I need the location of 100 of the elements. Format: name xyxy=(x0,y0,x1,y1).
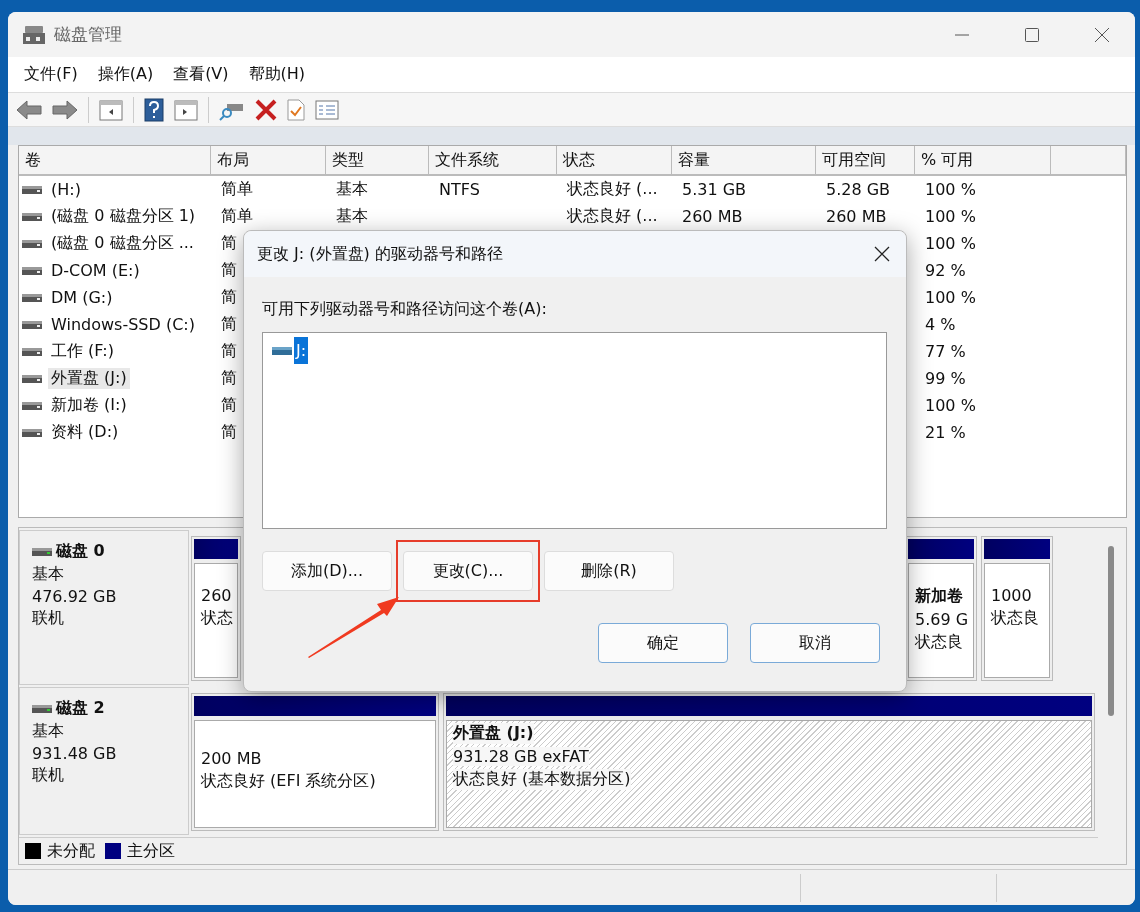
drive-icon xyxy=(22,427,42,438)
maximize-icon[interactable] xyxy=(1024,26,1040,43)
volume-name[interactable]: D-COM (E:) xyxy=(48,261,143,280)
partition-size: 1000 xyxy=(991,586,1033,605)
path-item[interactable]: J: xyxy=(294,337,309,364)
partition-size: 260 xyxy=(201,586,231,605)
disk-status: 联机 xyxy=(32,765,65,786)
table-cell: 简 xyxy=(221,422,237,443)
partition-status: 状态良好 (EFI 系统分区) xyxy=(201,771,377,792)
table-cell: 简 xyxy=(221,260,237,281)
table-cell: 简 xyxy=(221,368,237,389)
table-cell: 260 MB xyxy=(682,207,743,226)
partition-status: 状态良好 (基本数据分区) xyxy=(453,769,631,790)
column-header[interactable]: 可用空间 xyxy=(816,146,915,176)
volume-name[interactable]: DM (G:) xyxy=(48,288,116,307)
partition-size: 931.28 GB exFAT xyxy=(453,747,589,766)
partition-header-bar xyxy=(984,539,1050,559)
delete-icon[interactable] xyxy=(255,98,277,121)
forward-arrow-icon[interactable] xyxy=(52,98,78,121)
partition-name: 新加卷 xyxy=(915,586,964,607)
column-header[interactable]: % 可用 xyxy=(915,146,1051,176)
disk-name: 磁盘 2 xyxy=(56,698,105,719)
column-header[interactable]: 容量 xyxy=(672,146,816,176)
help-icon[interactable] xyxy=(144,97,164,122)
partition-block[interactable]: 260 状态 xyxy=(191,536,241,681)
partition-size: 5.69 G xyxy=(915,610,967,629)
close-icon[interactable] xyxy=(1094,26,1110,43)
drive-icon xyxy=(22,292,42,303)
console-tree-icon[interactable] xyxy=(99,98,123,121)
partition-size: 200 MB xyxy=(201,749,263,768)
close-icon[interactable] xyxy=(874,246,890,262)
table-cell: 100 % xyxy=(925,234,976,253)
dialog-button[interactable]: 取消 xyxy=(750,623,880,663)
table-cell: 21 % xyxy=(925,423,966,442)
table-cell: 100 % xyxy=(925,180,976,199)
volume-name[interactable]: (磁盘 0 磁盘分区 1) xyxy=(48,206,199,227)
table-cell: 简单 xyxy=(221,179,253,200)
table-cell: 状态良好 (... xyxy=(567,179,658,200)
column-header[interactable]: 类型 xyxy=(326,146,429,176)
check-document-icon[interactable] xyxy=(287,98,305,121)
drive-icon xyxy=(22,265,42,276)
partition-block[interactable]: 新加卷 5.69 G 状态良 xyxy=(905,536,977,681)
partition-block[interactable]: 外置盘 (J:) 931.28 GB exFAT 状态良好 (基本数据分区) xyxy=(443,693,1095,831)
table-cell: 5.28 GB xyxy=(826,180,891,199)
partition-block[interactable]: 200 MB 状态良好 (EFI 系统分区) xyxy=(191,693,439,831)
drive-icon xyxy=(22,400,42,411)
table-cell: 100 % xyxy=(925,288,976,307)
table-cell: 基本 xyxy=(336,206,368,227)
disk-status: 联机 xyxy=(32,608,65,629)
table-cell: 简单 xyxy=(221,206,253,227)
disk-type: 基本 xyxy=(32,721,65,742)
path-list[interactable]: J: xyxy=(262,332,887,529)
volume-name[interactable]: (H:) xyxy=(48,180,84,199)
drive-icon xyxy=(272,345,292,356)
table-cell: 状态良好 (... xyxy=(567,206,658,227)
dialog-title: 更改 J: (外置盘) 的驱动器号和路径 xyxy=(257,243,503,265)
dialog-button[interactable]: 删除(R) xyxy=(544,551,674,591)
drive-icon xyxy=(22,373,42,384)
menu-item[interactable]: 帮助(H) xyxy=(248,64,306,85)
dialog-button[interactable]: 添加(D)... xyxy=(262,551,392,591)
disk-name: 磁盘 0 xyxy=(56,541,105,562)
column-header[interactable]: 卷 xyxy=(19,146,211,176)
table-cell: 99 % xyxy=(925,369,966,388)
table-cell: 简 xyxy=(221,314,237,335)
menu-item[interactable]: 查看(V) xyxy=(173,64,229,85)
partition-block[interactable]: 1000 状态良 xyxy=(981,536,1053,681)
column-header[interactable]: 状态 xyxy=(557,146,672,176)
drive-icon xyxy=(22,184,42,195)
table-cell: 简 xyxy=(221,233,237,254)
menu-item[interactable]: 操作(A) xyxy=(97,64,154,85)
partition-header-bar xyxy=(194,539,238,559)
disk-size: 931.48 GB xyxy=(32,744,118,763)
volume-name[interactable]: (磁盘 0 磁盘分区 ... xyxy=(48,233,197,254)
table-cell: 简 xyxy=(221,341,237,362)
table-cell: 基本 xyxy=(336,179,368,200)
partition-header-bar xyxy=(908,539,974,559)
disk-type: 基本 xyxy=(32,564,65,585)
partition-status: 状态良 xyxy=(991,608,1040,629)
volume-name[interactable]: 资料 (D:) xyxy=(48,422,122,443)
volume-name[interactable]: 外置盘 (J:) xyxy=(48,368,130,389)
volume-name[interactable]: 工作 (F:) xyxy=(48,341,117,362)
column-header[interactable]: 文件系统 xyxy=(429,146,557,176)
column-header[interactable]: 布局 xyxy=(211,146,326,176)
volume-name[interactable]: 新加卷 (I:) xyxy=(48,395,130,416)
disk-management-icon xyxy=(22,23,46,46)
back-arrow-icon[interactable] xyxy=(16,98,42,121)
table-cell: NTFS xyxy=(439,180,480,199)
table-cell: 5.31 GB xyxy=(682,180,747,199)
volume-name[interactable]: Windows-SSD (C:) xyxy=(48,315,198,334)
partition-status: 状态 xyxy=(201,608,231,629)
table-cell: 100 % xyxy=(925,396,976,415)
menu-item[interactable]: 文件(F) xyxy=(24,64,78,85)
window-title: 磁盘管理 xyxy=(54,23,122,46)
table-cell: 简 xyxy=(221,287,237,308)
table-cell: 100 % xyxy=(925,207,976,226)
table-cell: 92 % xyxy=(925,261,966,280)
scrollbar-thumb[interactable] xyxy=(1108,546,1114,716)
dialog-button[interactable]: 更改(C)... xyxy=(403,551,533,591)
action-pane-icon[interactable] xyxy=(174,98,198,121)
dialog-button[interactable]: 确定 xyxy=(598,623,728,663)
